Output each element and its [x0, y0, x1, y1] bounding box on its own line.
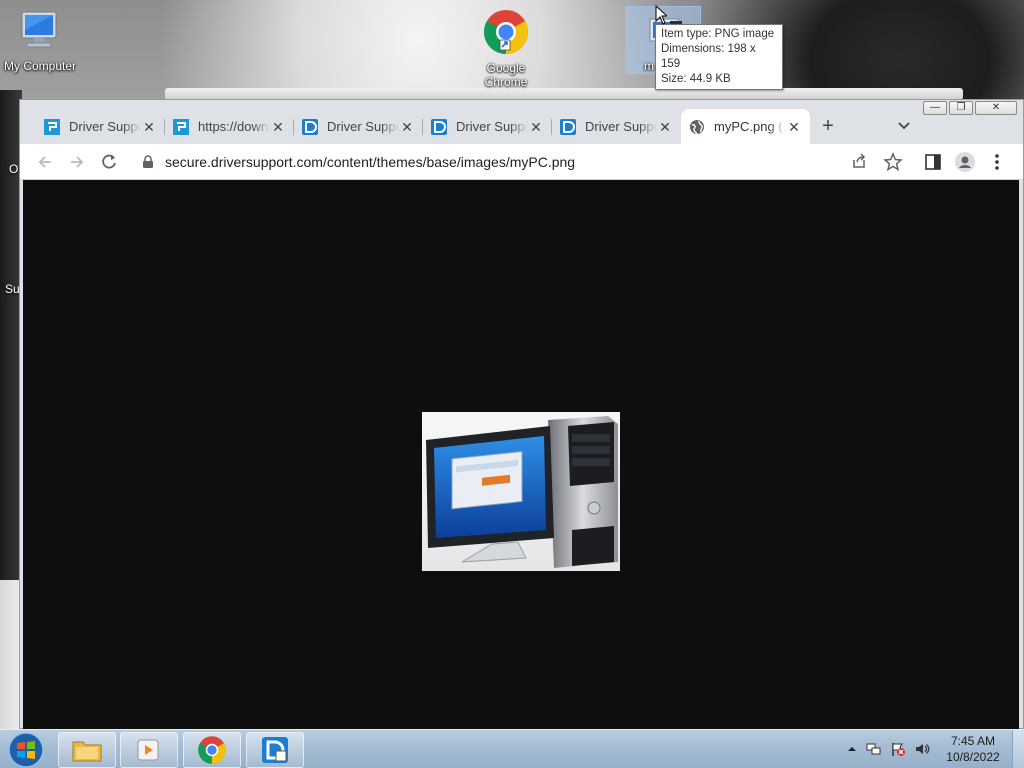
tab-close-icon[interactable]: ✕ — [786, 119, 802, 135]
ds-favicon — [302, 118, 318, 135]
tab-driver-support-3[interactable]: Driver Support ✕ — [423, 109, 552, 144]
taskbar-media-player[interactable] — [120, 732, 178, 768]
chrome-icon — [466, 8, 546, 59]
forward-arrow-icon[interactable] — [66, 151, 88, 173]
title-bar: Driver Support ✕ https://downloads ✕ Dri… — [20, 100, 1023, 144]
partial-desktop-label: Su — [5, 282, 20, 296]
restore-button[interactable]: ❐ — [949, 101, 973, 115]
driver-support-app-icon — [262, 737, 288, 763]
desktop-icon-my-computer[interactable]: My Computer — [0, 8, 80, 73]
tooltip-item-type: Item type: PNG image — [661, 28, 775, 40]
folder-icon — [72, 741, 102, 762]
clock-date: 10/8/2022 — [946, 750, 1000, 764]
taskbar: 7:45 AM 10/8/2022 — [0, 729, 1024, 768]
tab-driver-support-4[interactable]: Driver Support ✕ — [552, 109, 681, 144]
tab-close-icon[interactable]: ✕ — [141, 119, 157, 135]
chrome-browser-window: Driver Support ✕ https://downloads ✕ Dri… — [19, 99, 1024, 729]
reload-icon[interactable] — [98, 151, 120, 173]
menu-kebab-icon[interactable] — [986, 151, 1008, 173]
driversupport-favicon — [173, 118, 189, 135]
tab-downloads[interactable]: https://downloads ✕ — [165, 109, 294, 144]
mouse-cursor-icon — [655, 5, 667, 25]
windows-start-orb-icon — [8, 732, 44, 768]
window-controls: — ❐ ✕ — [923, 101, 1017, 115]
profile-avatar-icon[interactable] — [954, 151, 976, 173]
address-url: secure.driversupport.com/content/themes/… — [165, 154, 576, 170]
lock-icon[interactable] — [141, 155, 155, 169]
desktop-icon-label: My Computer — [3, 59, 77, 73]
volume-icon[interactable] — [914, 741, 930, 757]
tab-close-icon[interactable]: ✕ — [270, 119, 286, 135]
desktop-icon-label-line2: Chrome — [484, 75, 528, 89]
start-button[interactable] — [6, 731, 46, 768]
tab-title: Driver Support — [585, 119, 657, 134]
globe-icon — [690, 119, 704, 134]
tab-mypc-png[interactable]: myPC.png (198×159) ✕ — [681, 109, 810, 144]
new-tab-button[interactable]: + — [816, 115, 840, 139]
chrome-icon — [198, 736, 226, 764]
tab-title: https://downloads — [198, 119, 270, 134]
system-clock[interactable]: 7:45 AM 10/8/2022 — [934, 733, 1012, 765]
desktop-icon-label: Google — [486, 61, 526, 75]
partial-desktop-label: O — [9, 162, 19, 176]
mypc-image[interactable] — [422, 412, 620, 571]
desktop-icon-label: m — [644, 59, 654, 73]
driversupport-favicon — [44, 118, 60, 135]
file-info-tooltip: Item type: PNG image Dimensions: 198 x 1… — [655, 24, 783, 90]
page-viewport — [23, 180, 1019, 729]
my-computer-icon — [0, 8, 80, 57]
share-icon[interactable] — [848, 151, 870, 173]
show-hidden-icons-arrow-icon[interactable] — [844, 741, 860, 757]
clock-time: 7:45 AM — [950, 734, 996, 748]
tab-close-icon[interactable]: ✕ — [657, 119, 673, 135]
taskbar-driver-support[interactable] — [246, 732, 304, 768]
bookmark-star-icon[interactable] — [882, 151, 904, 173]
computer-illustration — [426, 416, 618, 568]
tab-driver-support-1[interactable]: Driver Support ✕ — [36, 109, 165, 144]
tab-title: Driver Support — [69, 119, 141, 134]
tooltip-size: Size: 44.9 KB — [661, 73, 731, 85]
ds-favicon — [431, 118, 447, 135]
taskbar-windows-explorer[interactable] — [58, 732, 116, 768]
side-panel-icon[interactable] — [922, 151, 944, 173]
back-arrow-icon[interactable] — [34, 151, 56, 173]
tab-search-chevron-icon[interactable] — [894, 115, 914, 135]
tab-close-icon[interactable]: ✕ — [528, 119, 544, 135]
show-desktop-button[interactable] — [1012, 730, 1024, 768]
close-window-button[interactable]: ✕ — [975, 101, 1017, 115]
tab-driver-support-2[interactable]: Driver Support ✕ — [294, 109, 423, 144]
media-player-icon — [137, 739, 159, 761]
action-center-flag-icon[interactable] — [890, 741, 906, 757]
network-icon[interactable] — [866, 741, 882, 757]
tab-title: Driver Support — [327, 119, 399, 134]
tab-close-icon[interactable]: ✕ — [399, 119, 415, 135]
tab-title: Driver Support — [456, 119, 528, 134]
tab-strip: Driver Support ✕ https://downloads ✕ Dri… — [36, 109, 810, 144]
tooltip-dimensions: Dimensions: 198 x 159 — [661, 43, 756, 70]
address-bar[interactable]: secure.driversupport.com/content/themes/… — [133, 148, 916, 176]
desktop-icon-google-chrome[interactable]: Google Chrome — [466, 8, 546, 89]
tab-title: myPC.png (198×159) — [714, 119, 786, 134]
minimize-button[interactable]: — — [923, 101, 947, 115]
ds-favicon — [560, 118, 576, 135]
browser-toolbar: secure.driversupport.com/content/themes/… — [20, 144, 1023, 180]
taskbar-google-chrome[interactable] — [183, 732, 241, 768]
